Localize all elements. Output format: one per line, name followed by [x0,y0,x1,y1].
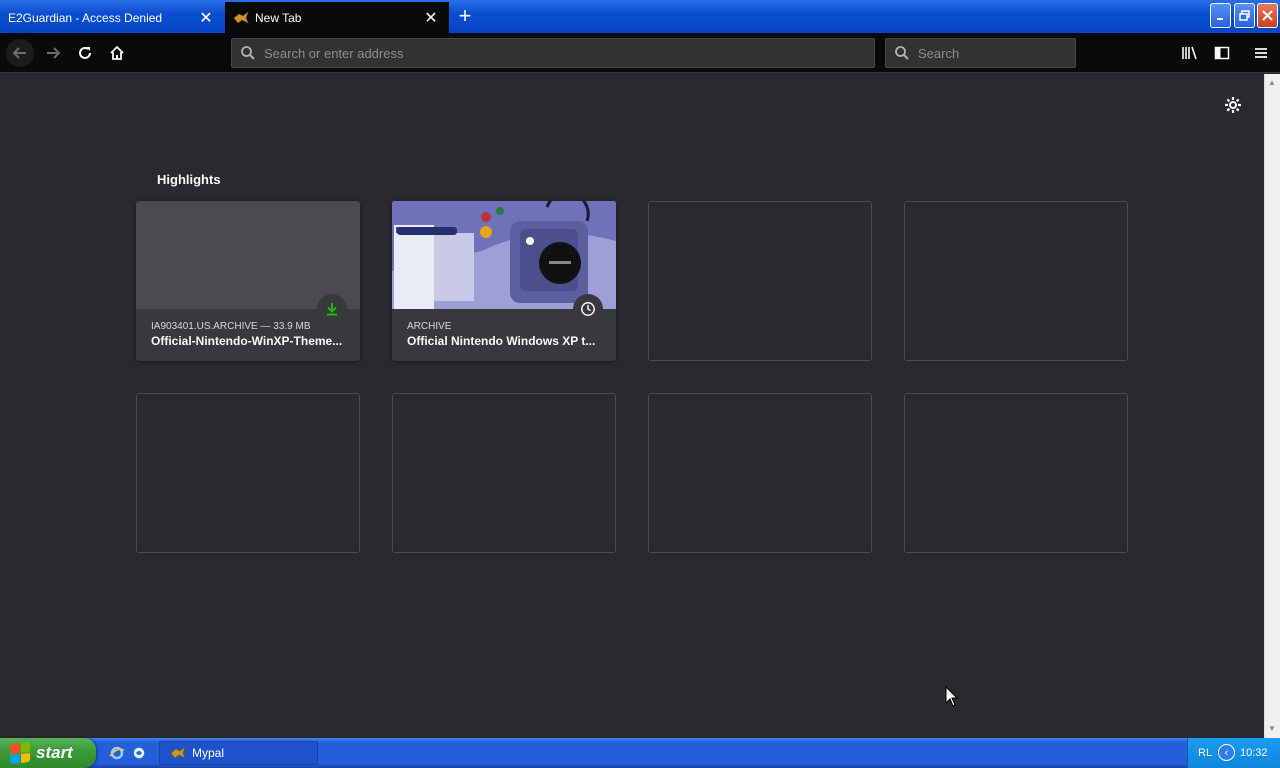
empty-highlight-placeholder [904,393,1128,553]
taskbar: start Mypal RL ‹ 10:32 [0,738,1280,768]
highlight-card[interactable]: IA903401.US.ARCHIVE — 33.9 MB Official-N… [136,201,360,361]
sidebar-icon [1214,46,1230,60]
url-input[interactable] [264,39,866,67]
url-bar[interactable] [231,38,875,68]
reload-button[interactable] [71,39,99,67]
clock: 10:32 [1240,747,1268,759]
back-arrow-icon [12,47,26,59]
home-icon [110,45,124,60]
empty-highlight-placeholder [904,201,1128,361]
start-button[interactable]: start [0,738,96,768]
tab-label: E2Guardian - Access Denied [8,10,163,25]
new-tab-page: Highlights IA903401.US.ARCHIVE — 33.9 MB… [0,74,1264,738]
close-window-button[interactable] [1257,3,1278,28]
highlights-heading: Highlights [157,172,221,187]
gamecube-screenshot-image [392,201,616,309]
empty-highlight-placeholder [136,393,360,553]
reload-icon [79,47,91,59]
tab-label: New Tab [255,10,302,25]
empty-highlight-placeholder [648,201,872,361]
download-icon [317,294,347,324]
scroll-up-icon[interactable]: ▲ [1268,78,1276,87]
tab-e2guardian[interactable]: E2Guardian - Access Denied ✕ [0,2,224,33]
forward-button[interactable] [39,39,67,67]
sidebar-toggle-button[interactable] [1208,39,1236,67]
system-tray: RL ‹ 10:32 [1187,738,1280,768]
forward-arrow-icon [47,47,61,59]
search-input[interactable] [918,39,1067,67]
clock-icon [573,294,603,324]
library-icon [1182,46,1197,60]
windows-logo-icon [10,741,30,765]
mypal-favicon-icon [233,10,249,26]
restore-button[interactable] [1234,3,1255,28]
mypal-icon [170,746,186,760]
language-indicator[interactable]: RL [1198,747,1212,759]
empty-highlight-placeholder [648,393,872,553]
highlight-card[interactable]: ARCHIVE Official Nintendo Windows XP t..… [392,201,616,361]
taskbar-button-mypal[interactable]: Mypal [159,741,318,765]
search-icon [241,46,255,60]
home-button[interactable] [103,39,131,67]
show-hidden-icons-icon[interactable]: ‹ [1218,744,1235,761]
tab-new-tab[interactable]: New Tab ✕ [225,2,449,33]
mouse-cursor-icon [945,686,959,707]
outlook-express-icon[interactable] [130,744,148,762]
navigation-toolbar [0,33,1280,73]
search-icon [895,46,909,60]
card-thumbnail [136,201,360,309]
new-tab-button[interactable]: + [452,5,478,29]
search-bar[interactable] [885,38,1076,68]
card-title: Official Nintendo Windows XP t... [407,334,596,348]
close-tab-icon[interactable]: ✕ [419,6,443,30]
card-context: ARCHIVE [407,321,452,332]
card-context: IA903401.US.ARCHIVE — 33.9 MB [151,321,311,332]
back-button[interactable] [6,39,34,67]
close-tab-icon[interactable]: ✕ [194,6,218,30]
menu-button[interactable] [1247,39,1275,67]
hamburger-icon [1255,48,1267,58]
vertical-scrollbar[interactable]: ▲ ▼ [1264,74,1280,738]
internet-explorer-icon[interactable] [108,744,126,762]
card-title: Official-Nintendo-WinXP-Theme... [151,334,343,348]
scroll-down-icon[interactable]: ▼ [1268,724,1276,733]
minimize-button[interactable] [1210,3,1231,28]
task-label: Mypal [192,746,225,760]
empty-highlight-placeholder [392,393,616,553]
library-button[interactable] [1176,39,1204,67]
gear-icon[interactable] [1222,94,1244,116]
browser-title-bar: E2Guardian - Access Denied ✕ New Tab ✕ + [0,0,1280,33]
start-label: start [36,743,73,762]
card-thumbnail [392,201,616,309]
